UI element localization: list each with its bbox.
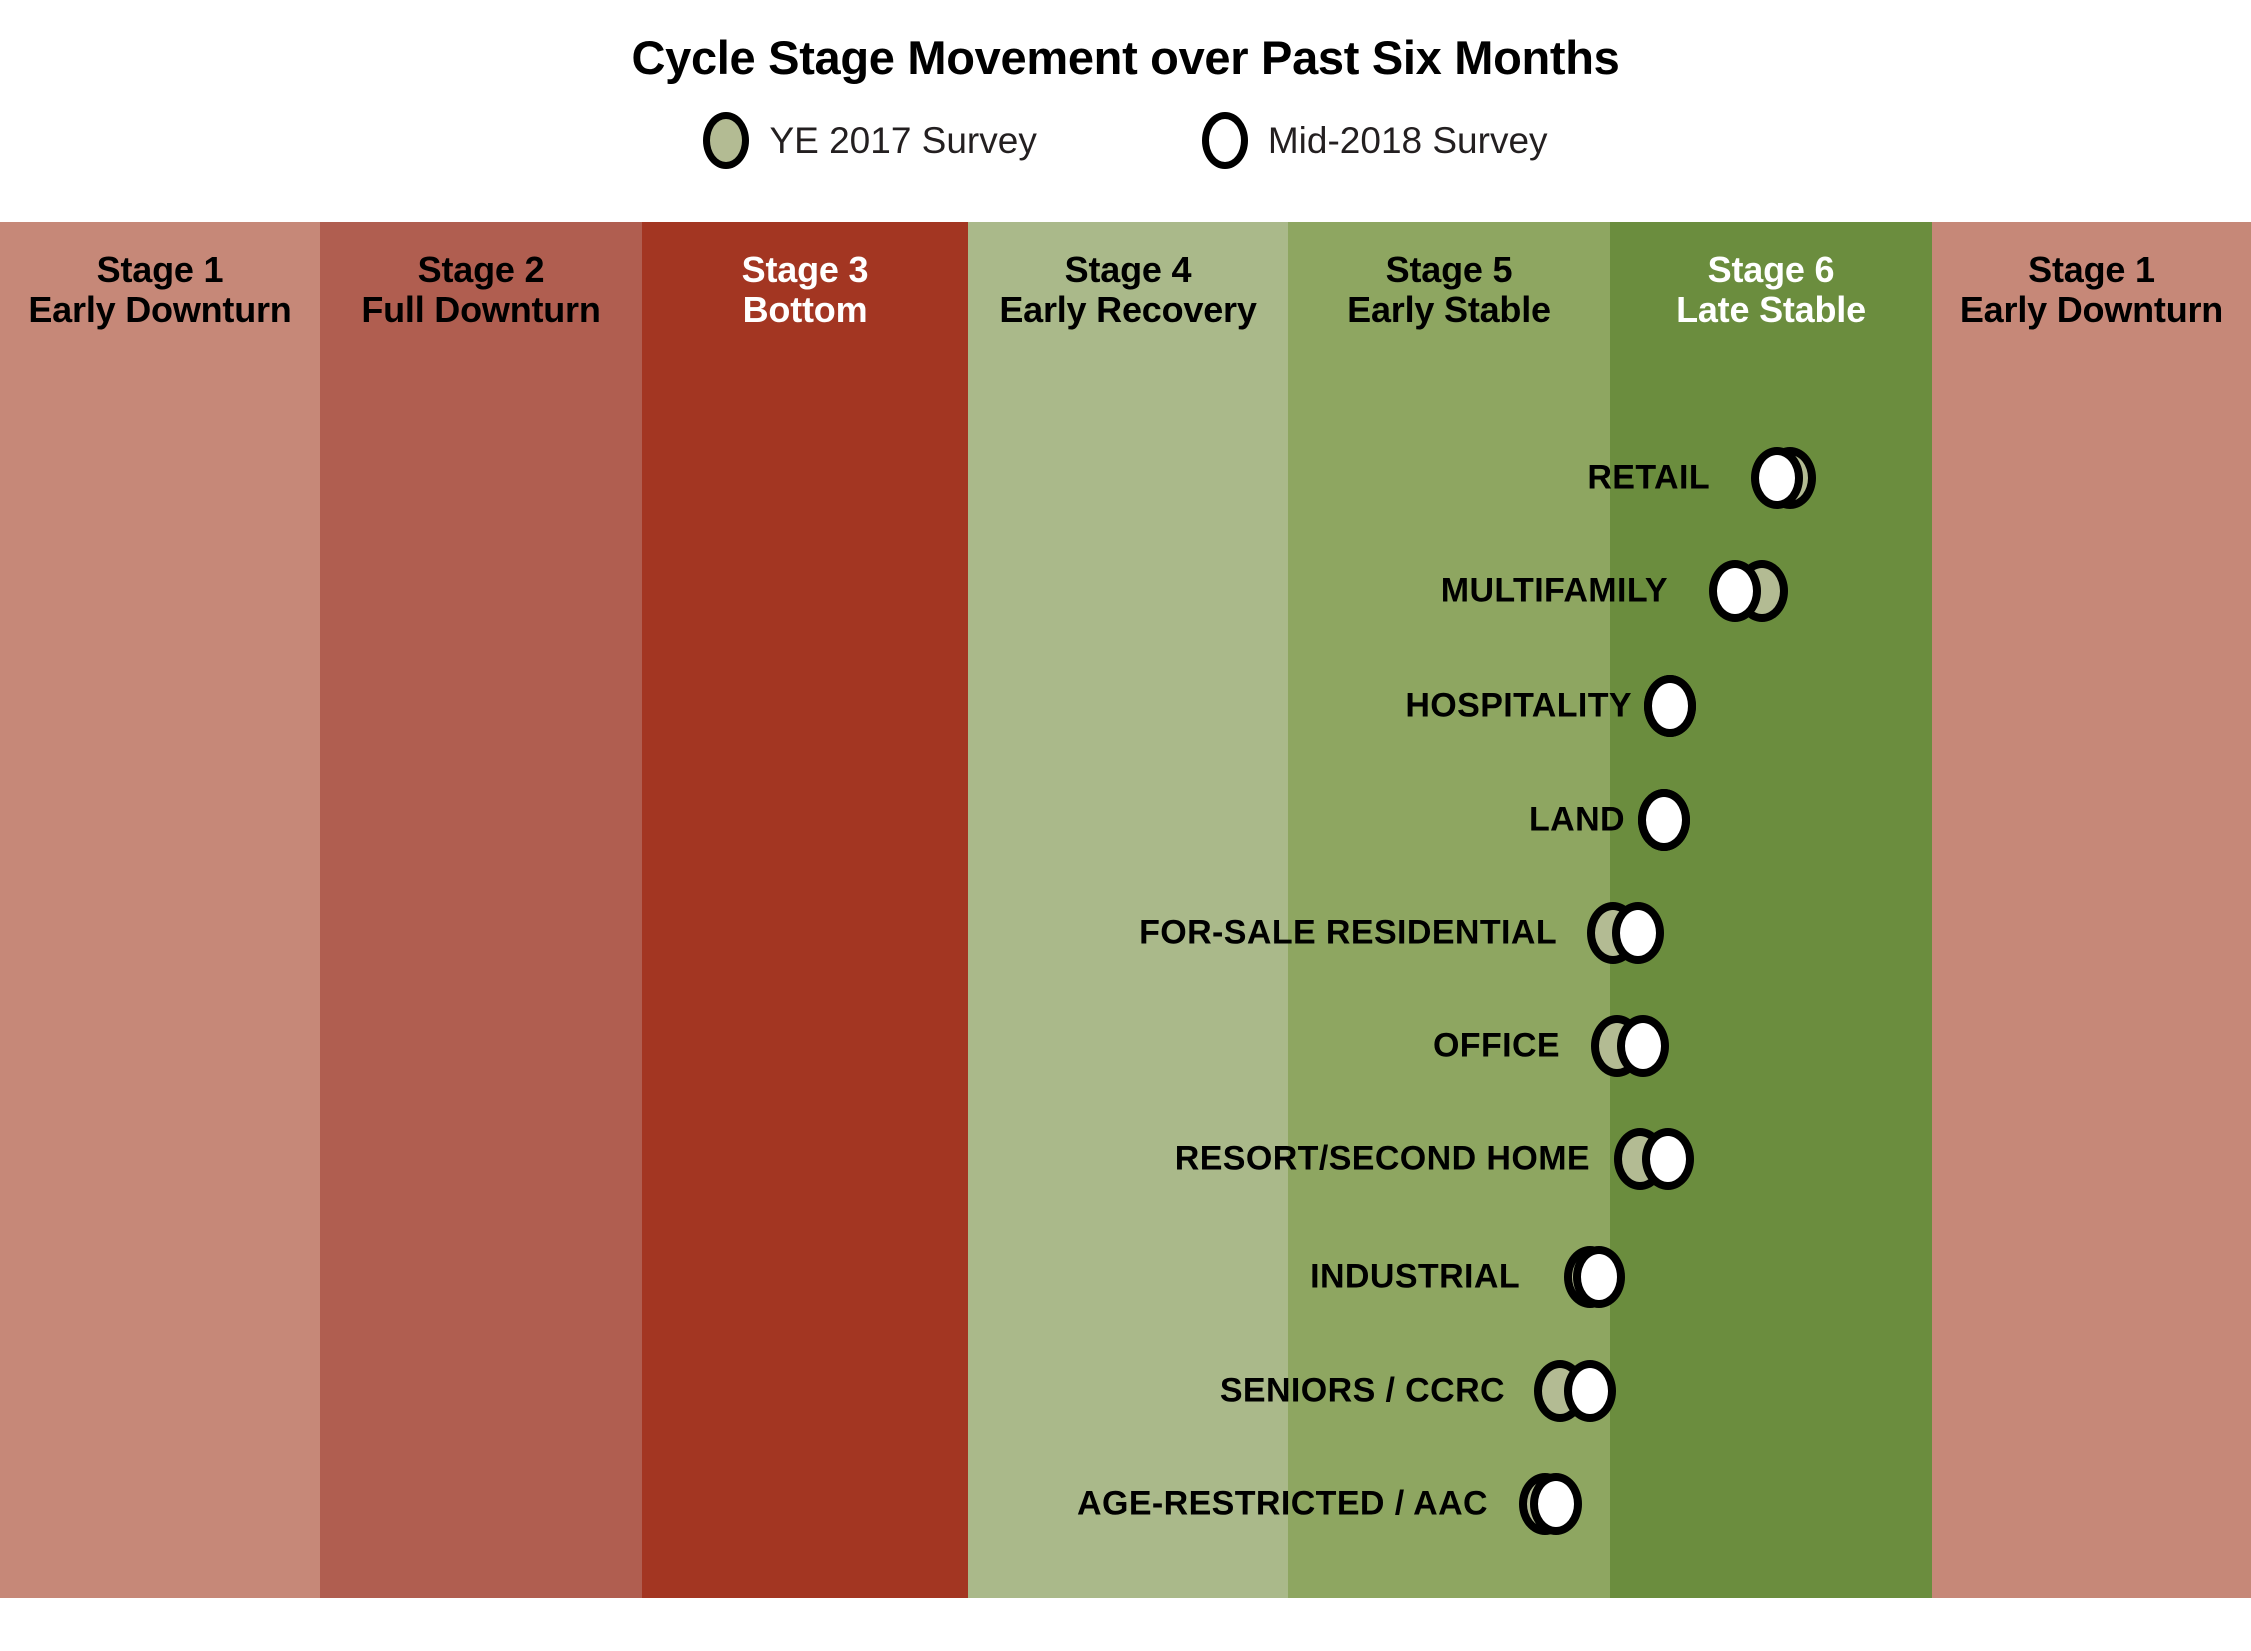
legend-item-ye2017: YE 2017 Survey (703, 112, 1037, 169)
legend-swatch-ye2017-icon (703, 112, 750, 169)
stage-band-number: Stage 4 (1064, 249, 1192, 290)
stage-band-number: Stage 1 (96, 249, 224, 290)
stage-band-number: Stage 5 (1385, 249, 1513, 290)
stage-band-number: Stage 1 (2028, 249, 2155, 290)
page-title: Cycle Stage Movement over Past Six Month… (631, 31, 1620, 84)
stage-band-name: Bottom (742, 289, 868, 331)
stage-band-4: Stage 4 Early Recovery (968, 222, 1288, 1598)
legend-item-mid2018: Mid-2018 Survey (1201, 112, 1548, 169)
legend-label: Mid-2018 Survey (1267, 119, 1548, 161)
stage-band-6: Stage 6 Late Stable (1610, 222, 1932, 1598)
stage-band-number: Stage 3 (741, 249, 869, 290)
chart-legend: YE 2017 Survey Mid-2018 Survey (0, 112, 2251, 169)
stage-band-2: Stage 2 Full Downturn (320, 222, 642, 1598)
stage-band-number: Stage 2 (417, 249, 545, 290)
stage-band-strip: Stage 1 Early Downturn Stage 2 Full Downtur… (0, 222, 2251, 1598)
stage-band-7: Stage 1 Early Downturn (1932, 222, 2251, 1598)
stage-band-name: Early Stable (1347, 289, 1551, 331)
legend-swatch-mid2018-icon (1201, 112, 1248, 169)
stage-band-name: Early Recovery (999, 289, 1257, 331)
stage-band-3: Stage 3 Bottom (642, 222, 968, 1598)
stage-band-5: Stage 5 Early Stable (1288, 222, 1610, 1598)
stage-band-name: Full Downturn (361, 289, 601, 331)
legend-label: YE 2017 Survey (769, 119, 1037, 161)
stage-band-number: Stage 6 (1707, 249, 1835, 290)
stage-band-name: Late Stable (1676, 289, 1866, 331)
stage-band-name: Early Downturn (1959, 289, 2224, 331)
stage-band-1: Stage 1 Early Downturn (0, 222, 320, 1598)
stage-band-name: Early Downturn (28, 289, 292, 331)
